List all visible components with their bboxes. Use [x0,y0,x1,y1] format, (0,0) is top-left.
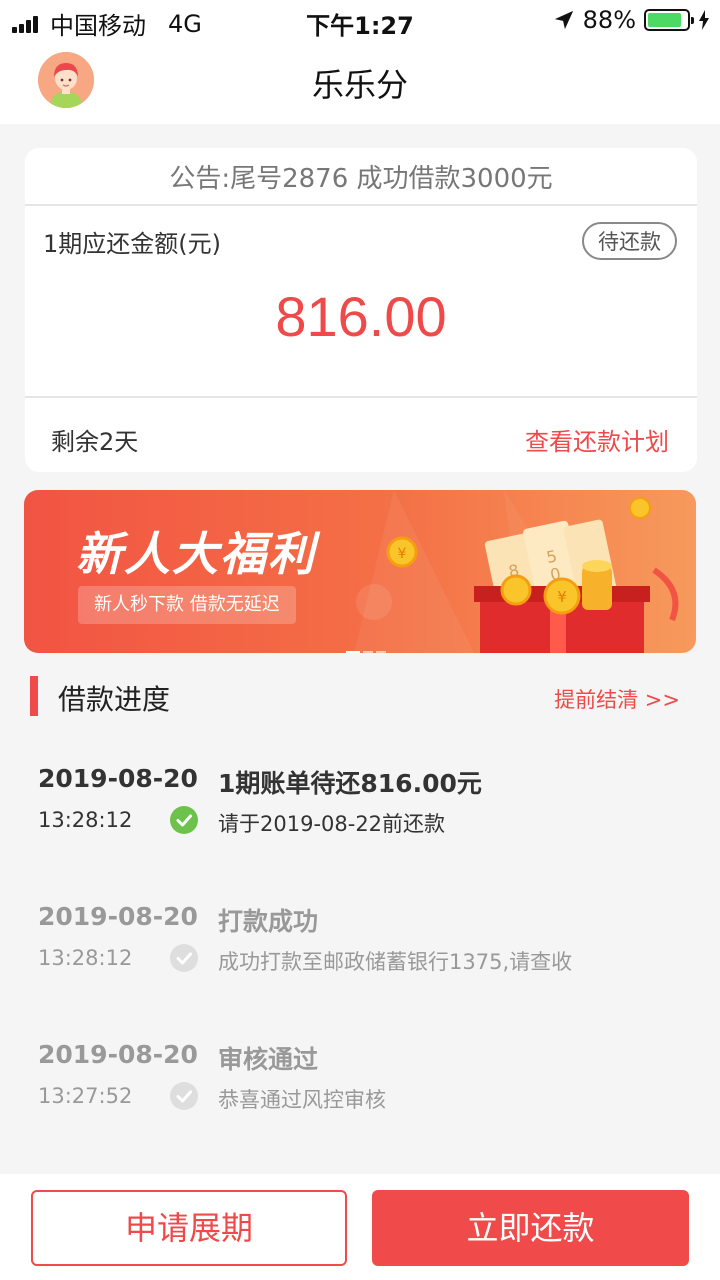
carousel-dot [363,651,373,653]
step-description: 成功打款至邮政储蓄银行1375,请查收 [218,950,573,974]
charging-bolt-icon [699,10,709,30]
step-title: 打款成功 [218,907,319,936]
step-description: 请于2019-08-22前还款 [218,812,446,836]
section-accent-bar [30,676,38,716]
repayment-card: 公告:尾号2876 成功借款3000元 1期应还金额(元) 待还款 816.00… [25,148,697,472]
amount-due-value: 816.00 [275,285,447,348]
check-circle-icon [170,944,198,972]
check-circle-icon [170,1082,198,1110]
step-title: 审核通过 [218,1045,319,1074]
step-date: 2019-08-20 [38,764,198,793]
step-date: 2019-08-20 [38,902,198,931]
step-description: 恭喜通过风控审核 [218,1088,386,1112]
step-title: 1期账单待还816.00元 [218,769,482,798]
app-header: 乐乐分 [0,40,720,124]
apply-extension-button[interactable]: 申请展期 [31,1190,347,1266]
status-right: 88% [553,6,710,34]
svg-text:¥: ¥ [398,546,407,562]
step-time: 13:28:12 [38,808,133,832]
loan-progress-header: 借款进度 提前结清 >> [30,676,690,716]
svg-text:¥: ¥ [557,588,567,606]
step-time: 13:28:12 [38,946,133,970]
status-bar: 中国移动 4G 下午1:27 88% [0,0,720,40]
banner-subtitle: 新人秒下款 借款无延迟 [78,586,296,624]
step-time: 13:27:52 [38,1084,133,1108]
announcement-notice: 公告:尾号2876 成功借款3000元 [25,148,697,206]
section-title: 借款进度 [58,683,171,716]
status-badge: 待还款 [582,222,677,260]
card-divider [25,396,697,398]
battery-percent: 88% [582,6,636,34]
carousel-dot [376,651,386,653]
gift-box-coins-illustration: ¥ 8 5 0 ¥ [354,490,679,653]
view-repayment-plan-link[interactable]: 查看还款计划 [525,422,669,457]
bottom-action-bar: 申请展期 立即还款 [0,1174,720,1280]
battery-icon [644,9,694,31]
page-title: 乐乐分 [311,66,408,104]
battery-fill [648,13,682,27]
amount-due-label: 1期应还金额(元) [43,230,221,258]
carousel-dots [346,640,389,653]
check-circle-icon [170,806,198,834]
promo-banner[interactable]: ¥ 8 5 0 ¥ 新人大福利 新人秒下款 借款无延迟 [24,490,696,653]
repay-now-button[interactable]: 立即还款 [372,1190,689,1266]
early-settlement-link[interactable]: 提前结清 >> [554,684,680,714]
step-date: 2019-08-20 [38,1040,198,1069]
carousel-dot-active [346,651,360,653]
days-remaining: 剩余2天 [51,428,139,456]
location-arrow-icon [554,10,573,30]
banner-title: 新人大福利 [76,527,316,581]
